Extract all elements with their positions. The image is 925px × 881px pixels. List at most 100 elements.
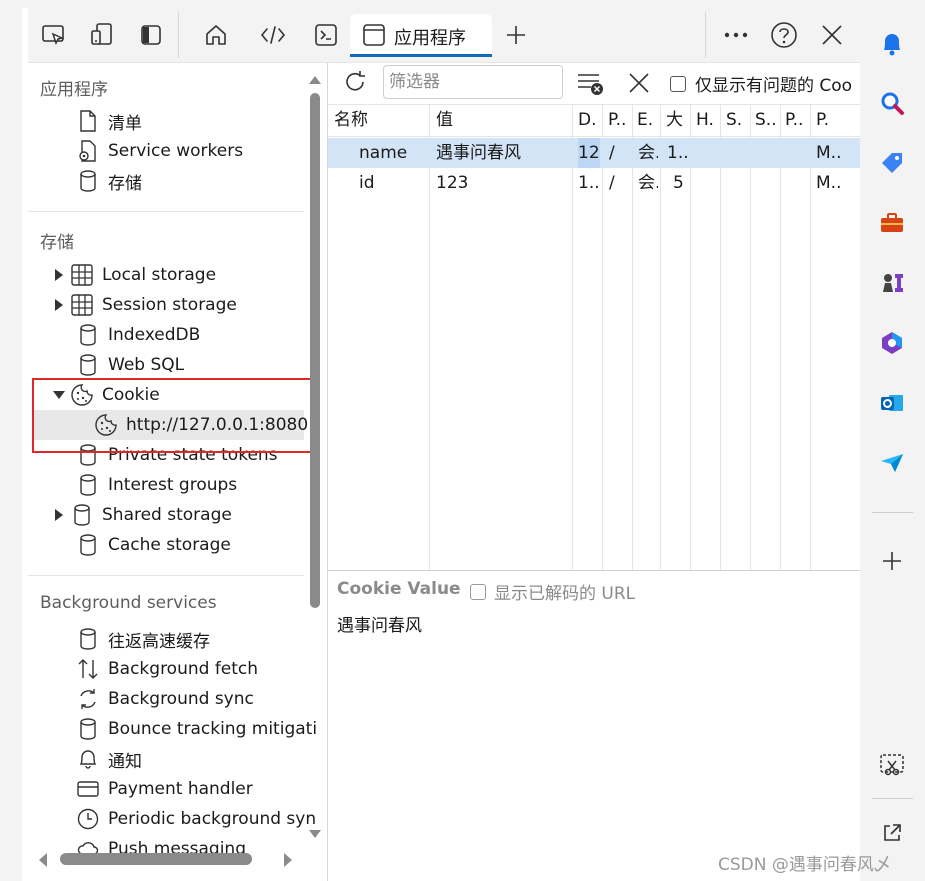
screenshot-icon[interactable] xyxy=(877,750,907,780)
expand-arrow-icon[interactable] xyxy=(52,500,66,530)
column-header-partition-key[interactable]: P.. xyxy=(785,105,809,135)
cell-value: 遇事问春风 xyxy=(436,143,521,163)
sidebar-item-shared-storage[interactable]: Shared storage xyxy=(52,500,232,530)
send-icon[interactable] xyxy=(877,448,907,478)
sidebar-item-background-sync[interactable]: Background sync xyxy=(76,684,254,714)
column-header-value[interactable]: 值 xyxy=(436,105,566,135)
expand-arrow-icon[interactable] xyxy=(52,290,66,320)
annotation-highlight-box xyxy=(32,378,315,453)
help-icon[interactable] xyxy=(766,17,802,53)
column-header-size[interactable]: 大 xyxy=(666,105,688,135)
grid-table-icon xyxy=(70,262,94,288)
sidebar-vertical-scrollbar[interactable] xyxy=(310,93,320,608)
column-header-httponly[interactable]: H. xyxy=(696,105,718,135)
sidebar-item-interest-groups[interactable]: Interest groups xyxy=(76,470,237,500)
bell-icon xyxy=(76,746,100,772)
cell-size: 1... xyxy=(667,143,689,163)
column-header-priority[interactable]: P. xyxy=(816,105,840,135)
database-icon xyxy=(76,168,100,194)
watermark: CSDN @遇事问春风乄 xyxy=(718,855,891,875)
database-icon xyxy=(76,352,100,378)
column-header-expires[interactable]: E. xyxy=(637,105,659,135)
cookies-panel: 筛选器 仅显示有问题的 Coo 名称 值 D. P.. E. 大 H. S. S… xyxy=(328,63,860,881)
show-decoded-url-option[interactable]: 显示已解码的 URL xyxy=(470,579,635,604)
sidebar-item-label: Payment handler xyxy=(108,779,253,799)
table-row[interactable]: id 123 1... / 会. 5 M.. xyxy=(328,168,860,198)
expand-arrow-icon[interactable] xyxy=(52,260,66,290)
delete-selected-icon[interactable] xyxy=(628,72,650,98)
only-issues-label: 仅显示有问题的 Coo xyxy=(695,76,853,96)
outlook-icon[interactable] xyxy=(877,388,907,418)
sidebar-item-storage[interactable]: 存储 xyxy=(76,166,142,196)
sidebar-item-manifest[interactable]: 清单 xyxy=(76,106,142,136)
scroll-right-arrow-icon[interactable] xyxy=(283,852,293,871)
scroll-down-arrow-icon[interactable] xyxy=(309,824,321,843)
cookie-value-text: 遇事问春风 xyxy=(337,616,422,636)
window-left-edge xyxy=(0,0,29,881)
sidebar-item-notifications[interactable]: 通知 xyxy=(76,744,142,774)
section-application: 应用程序 xyxy=(40,80,108,100)
add-tab-icon[interactable] xyxy=(498,17,534,53)
dock-icon[interactable] xyxy=(133,17,169,53)
elements-icon[interactable] xyxy=(255,17,291,53)
search-icon[interactable] xyxy=(877,88,907,118)
home-icon[interactable] xyxy=(198,17,234,53)
bell-icon[interactable] xyxy=(877,29,907,59)
screencast-icon[interactable] xyxy=(84,17,120,53)
sidebar-item-background-fetch[interactable]: Background fetch xyxy=(76,654,258,684)
games-chess-icon[interactable] xyxy=(877,268,907,298)
table-row[interactable]: name 遇事问春风 127 / 会. 1... M.. xyxy=(328,138,860,168)
cell-size: 5 xyxy=(673,173,684,193)
scroll-up-arrow-icon[interactable] xyxy=(309,70,321,89)
shopping-tag-icon[interactable] xyxy=(877,148,907,178)
tab-application[interactable]: 应用程序 xyxy=(350,14,492,57)
only-issues-filter[interactable]: 仅显示有问题的 Coo xyxy=(670,71,860,96)
sidebar-item-cache-storage[interactable]: Cache storage xyxy=(76,530,231,560)
application-icon xyxy=(362,23,386,51)
add-icon[interactable] xyxy=(877,546,907,576)
show-decoded-url-label: 显示已解码的 URL xyxy=(494,584,636,604)
sidebar-item-session-storage[interactable]: Session storage xyxy=(52,290,237,320)
sidebar-item-label: 通知 xyxy=(108,751,142,772)
sidebar-item-label: Service workers xyxy=(108,141,244,161)
show-decoded-url-checkbox[interactable] xyxy=(470,583,486,600)
sidebar-item-web-sql[interactable]: Web SQL xyxy=(76,350,184,380)
column-header-secure[interactable]: S. xyxy=(726,105,748,135)
sidebar-horizontal-scrollbar[interactable] xyxy=(60,853,252,865)
more-icon[interactable] xyxy=(718,17,754,53)
toolbox-icon[interactable] xyxy=(877,208,907,238)
clear-all-cookies-icon[interactable] xyxy=(577,72,605,100)
device-emulation-icon[interactable] xyxy=(36,17,72,53)
sidebar-item-label: Interest groups xyxy=(108,475,238,495)
sidebar-item-payment-handler[interactable]: Payment handler xyxy=(76,774,253,804)
scroll-left-arrow-icon[interactable] xyxy=(38,852,48,871)
open-external-icon[interactable] xyxy=(877,818,907,848)
database-icon xyxy=(76,532,100,558)
database-icon xyxy=(76,626,100,652)
active-tab-indicator xyxy=(350,54,492,57)
browser-sidebar xyxy=(860,0,925,881)
column-header-path[interactable]: P.. xyxy=(608,105,630,135)
cell-priority: M.. xyxy=(816,173,842,193)
sidebar-item-label: 往返高速缓存 xyxy=(108,631,210,652)
filter-toolbar: 筛选器 仅显示有问题的 Coo xyxy=(328,63,860,105)
toolbar-separator xyxy=(178,12,179,58)
sidebar-separator xyxy=(872,798,913,799)
console-icon[interactable] xyxy=(308,17,344,53)
column-header-name[interactable]: 名称 xyxy=(334,105,426,135)
refresh-icon[interactable] xyxy=(342,69,368,99)
column-header-domain[interactable]: D. xyxy=(578,105,600,135)
sidebar-item-bfcache[interactable]: 往返高速缓存 xyxy=(76,624,210,654)
filter-input[interactable]: 筛选器 xyxy=(383,65,563,99)
microsoft-365-icon[interactable] xyxy=(877,328,907,358)
only-issues-checkbox[interactable] xyxy=(670,75,686,92)
column-header-samesite[interactable]: S.. xyxy=(755,105,779,135)
sidebar-item-bounce-tracking[interactable]: Bounce tracking mitigati xyxy=(76,714,317,744)
sidebar-item-periodic-sync[interactable]: Periodic background syn xyxy=(76,804,316,834)
cell-priority: M.. xyxy=(816,143,842,163)
sidebar-item-label: Cache storage xyxy=(108,535,231,555)
sidebar-item-local-storage[interactable]: Local storage xyxy=(52,260,216,290)
sidebar-item-indexeddb[interactable]: IndexedDB xyxy=(76,320,200,350)
sidebar-item-service-workers[interactable]: Service workers xyxy=(76,136,243,166)
close-icon[interactable] xyxy=(814,17,850,53)
